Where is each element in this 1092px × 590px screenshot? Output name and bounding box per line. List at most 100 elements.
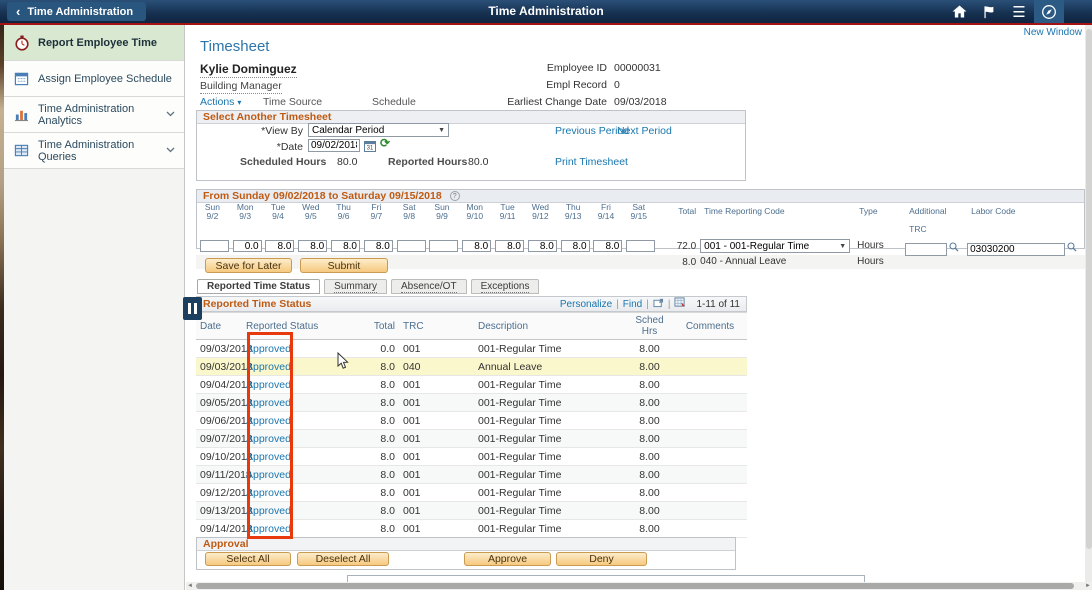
dropdown-arrow-icon: ▼: [438, 127, 445, 134]
hours-input-day-3[interactable]: [298, 240, 327, 252]
sidebar-item-time-administration-queries[interactable]: Time Administration Queries: [4, 133, 184, 169]
type-value: Hours: [855, 255, 905, 269]
sidebar-item-report-employee-time[interactable]: Report Employee Time: [4, 25, 184, 61]
hours-input-day-5[interactable]: [364, 240, 393, 252]
deselect-all-button[interactable]: Deselect All: [297, 552, 389, 566]
cell-sched-hrs: 8.00: [626, 502, 673, 520]
approved-status-link[interactable]: Approved: [246, 397, 291, 409]
cell-total: 8.0: [347, 520, 399, 538]
approve-button[interactable]: Approve: [464, 552, 551, 566]
employee-id-label: Employee ID: [460, 62, 607, 74]
next-period-link[interactable]: Next Period: [617, 125, 672, 137]
approved-status-link[interactable]: Approved: [246, 469, 291, 481]
hours-input-day-13[interactable]: [626, 240, 655, 252]
cell-comments: [673, 502, 747, 520]
hours-input-day-6[interactable]: [397, 240, 426, 252]
hours-input-day-4[interactable]: [331, 240, 360, 252]
menu-icon[interactable]: ☰: [1004, 0, 1034, 23]
approved-status-link[interactable]: Approved: [246, 415, 291, 427]
navbar-icon[interactable]: [1034, 0, 1064, 23]
save-for-later-button[interactable]: Save for Later: [205, 258, 292, 273]
tab-summary[interactable]: Summary: [324, 279, 387, 294]
day-header-sun-9-2: Sun9/2: [196, 202, 229, 238]
tab-label: Exceptions: [481, 281, 530, 293]
actions-menu-link[interactable]: Actions ▾: [200, 96, 241, 108]
hours-input-day-9[interactable]: [495, 240, 524, 252]
table-row[interactable]: 09/04/2018Approved8.0001001-Regular Time…: [196, 376, 747, 394]
hours-input-day-10[interactable]: [528, 240, 557, 252]
labor-code-cell: [967, 239, 1085, 253]
back-button[interactable]: ‹ Time Administration: [7, 2, 146, 21]
submit-button[interactable]: Submit: [300, 258, 388, 273]
sidebar-item-time-administration-analytics[interactable]: Time Administration Analytics: [4, 97, 184, 133]
table-row[interactable]: 09/07/2018Approved8.0001001-Regular Time…: [196, 430, 747, 448]
column-header-trc: TRC: [399, 313, 474, 340]
cell-trc: 001: [399, 412, 474, 430]
personalize-link[interactable]: Personalize: [560, 299, 612, 310]
horizontal-scrollbar-thumb[interactable]: [196, 583, 1074, 589]
tab-reported-time-status[interactable]: Reported Time Status: [197, 279, 320, 294]
deny-button[interactable]: Deny: [556, 552, 647, 566]
table-row[interactable]: 09/13/2018Approved8.0001001-Regular Time…: [196, 502, 747, 520]
date-prompt-calendar-icon[interactable]: 31: [364, 139, 376, 157]
stopwatch-icon: [13, 34, 30, 51]
table-row[interactable]: 09/03/2018Approved0.0001001-Regular Time…: [196, 340, 747, 358]
page-title: Timesheet: [200, 38, 269, 55]
hours-input-day-8[interactable]: [462, 240, 491, 252]
day-cell: [622, 255, 655, 269]
date-input[interactable]: [308, 139, 360, 152]
tab-absence-ot[interactable]: Absence/OT: [391, 279, 467, 294]
table-row[interactable]: 09/06/2018Approved8.0001001-Regular Time…: [196, 412, 747, 430]
vertical-scrollbar[interactable]: [1085, 25, 1092, 590]
hours-input-day-2[interactable]: [265, 240, 294, 252]
approved-status-link[interactable]: Approved: [246, 361, 291, 373]
download-grid-icon[interactable]: [674, 297, 686, 311]
select-all-button[interactable]: Select All: [205, 552, 291, 566]
approved-status-link[interactable]: Approved: [246, 379, 291, 391]
horizontal-scrollbar[interactable]: ◄ ►: [186, 582, 1092, 590]
hours-input-day-0[interactable]: [200, 240, 229, 252]
earliest-change-value: 09/03/2018: [614, 96, 667, 108]
help-icon[interactable]: ?: [450, 191, 460, 201]
hours-input-day-1[interactable]: [233, 240, 262, 252]
sidebar-item-assign-employee-schedule[interactable]: Assign Employee Schedule: [4, 61, 184, 97]
refresh-icon[interactable]: ⟳: [380, 136, 390, 150]
approved-status-link[interactable]: Approved: [246, 433, 291, 445]
hours-input-day-7[interactable]: [429, 240, 458, 252]
new-window-link[interactable]: New Window: [1024, 27, 1082, 38]
approved-status-link[interactable]: Approved: [246, 487, 291, 499]
cell-date: 09/12/2018: [196, 484, 242, 502]
vertical-scrollbar-thumb[interactable]: [1086, 29, 1092, 549]
schedule-label: Schedule: [372, 96, 416, 108]
day-cell: [622, 239, 655, 253]
table-row[interactable]: 09/12/2018Approved8.0001001-Regular Time…: [196, 484, 747, 502]
employee-name[interactable]: Kylie Dominguez: [200, 62, 297, 78]
find-link[interactable]: Find: [623, 299, 642, 310]
hours-input-day-11[interactable]: [561, 240, 590, 252]
approved-status-link[interactable]: Approved: [246, 451, 291, 463]
flag-icon[interactable]: [974, 0, 1004, 23]
table-row[interactable]: 09/11/2018Approved8.0001001-Regular Time…: [196, 466, 747, 484]
trc-select[interactable]: 001 - 001-Regular Time▼: [700, 239, 850, 253]
day-cell: [491, 239, 524, 253]
tab-exceptions[interactable]: Exceptions: [471, 279, 540, 294]
table-row[interactable]: 09/10/2018Approved8.0001001-Regular Time…: [196, 448, 747, 466]
view-all-icon[interactable]: [653, 298, 664, 311]
approved-status-link[interactable]: Approved: [246, 523, 291, 535]
scroll-left-arrow-icon[interactable]: ◄: [187, 582, 193, 590]
print-timesheet-link[interactable]: Print Timesheet: [555, 156, 628, 168]
home-icon[interactable]: [944, 0, 974, 23]
table-row[interactable]: 09/05/2018Approved8.0001001-Regular Time…: [196, 394, 747, 412]
view-by-select[interactable]: Calendar Period ▼: [308, 123, 449, 137]
scroll-right-arrow-icon[interactable]: ►: [1085, 582, 1091, 590]
cell-total: 8.0: [347, 448, 399, 466]
employee-job-title[interactable]: Building Manager: [200, 80, 282, 94]
table-row[interactable]: 09/14/2018Approved8.0001001-Regular Time…: [196, 520, 747, 538]
approved-status-link[interactable]: Approved: [246, 505, 291, 517]
hours-input-day-12[interactable]: [593, 240, 622, 252]
approved-status-link[interactable]: Approved: [246, 343, 291, 355]
pause-overlay-button[interactable]: [183, 297, 202, 320]
cell-sched-hrs: 8.00: [626, 376, 673, 394]
table-row[interactable]: 09/03/2018Approved8.0040Annual Leave8.00: [196, 358, 747, 376]
chevron-down-icon: [166, 145, 175, 156]
